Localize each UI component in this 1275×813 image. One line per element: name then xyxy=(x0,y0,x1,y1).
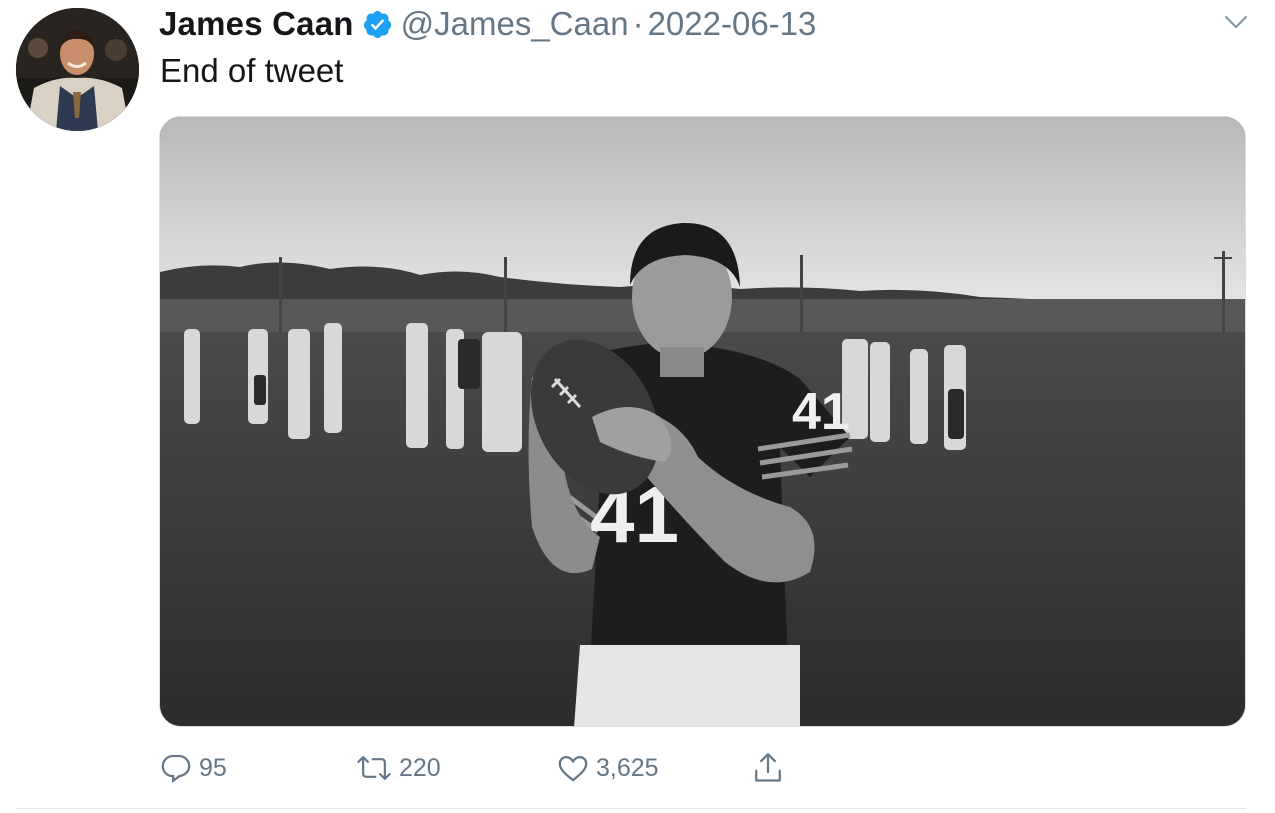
more-options-button[interactable] xyxy=(1223,12,1249,32)
retweet-button[interactable]: 220 xyxy=(355,748,441,788)
black-and-white-photo-icon: 41 41 xyxy=(160,117,1245,726)
reply-button[interactable]: 95 xyxy=(159,748,227,788)
tweet-date[interactable]: 2022-06-13 xyxy=(648,5,817,43)
share-button[interactable] xyxy=(751,748,791,788)
reply-count: 95 xyxy=(199,753,227,782)
svg-text:41: 41 xyxy=(792,383,850,441)
heart-icon xyxy=(558,755,588,782)
share-icon xyxy=(755,753,781,782)
verified-badge-icon xyxy=(362,9,393,40)
chevron-down-icon xyxy=(1224,15,1248,29)
tweet-media[interactable]: 41 41 xyxy=(159,116,1246,727)
avatar-photo-icon xyxy=(16,8,139,131)
reply-icon xyxy=(161,754,191,784)
like-button[interactable]: 3,625 xyxy=(556,748,659,788)
tweet-actions: 95 220 3,625 xyxy=(159,748,1159,788)
tweet-card: James Caan @James_Caan · 2022-06-13 End … xyxy=(0,0,1275,813)
tweet-header: James Caan @James_Caan · 2022-06-13 xyxy=(159,2,816,46)
display-name[interactable]: James Caan xyxy=(159,5,354,43)
retweet-count: 220 xyxy=(399,753,441,782)
divider xyxy=(16,808,1246,809)
like-count: 3,625 xyxy=(596,753,659,782)
retweet-icon xyxy=(357,756,391,780)
tweet-text: End of tweet xyxy=(160,52,344,89)
user-handle[interactable]: @James_Caan xyxy=(401,5,629,43)
avatar[interactable] xyxy=(16,8,139,131)
separator-dot: · xyxy=(632,5,644,42)
